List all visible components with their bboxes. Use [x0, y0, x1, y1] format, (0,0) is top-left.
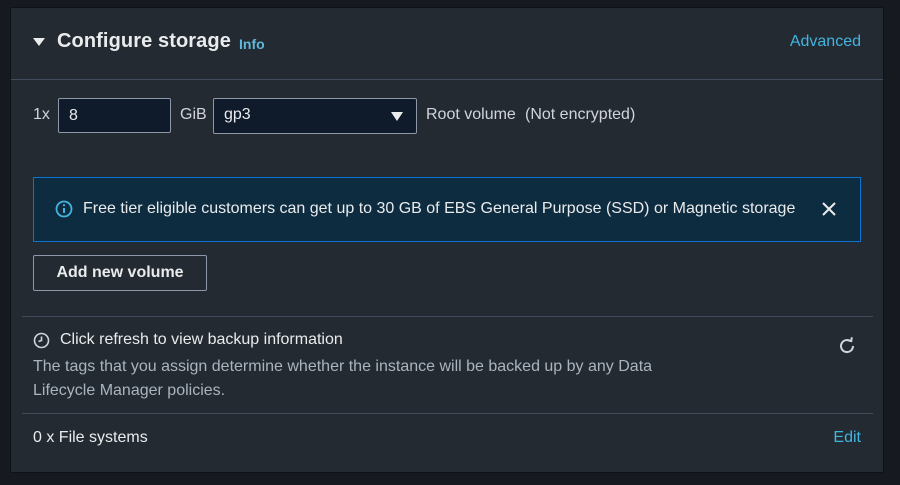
add-new-volume-button[interactable]: Add new volume	[33, 255, 207, 291]
panel-header: Configure storage Info Advanced	[11, 8, 883, 80]
edit-file-systems-link[interactable]: Edit	[833, 429, 861, 447]
collapse-caret-icon[interactable]	[33, 38, 45, 46]
volume-type-select[interactable]: gp3	[213, 98, 417, 134]
volume-type-value: gp3	[224, 106, 251, 123]
root-volume-label: Root volume	[426, 106, 516, 123]
encryption-label: (Not encrypted)	[525, 106, 636, 123]
advanced-link[interactable]: Advanced	[790, 33, 861, 51]
backup-title: Click refresh to view backup information	[60, 331, 343, 348]
divider	[22, 316, 873, 317]
configure-storage-panel: Configure storage Info Advanced 1x GiB g…	[10, 7, 884, 473]
refresh-icon[interactable]	[837, 336, 857, 356]
divider	[22, 413, 873, 414]
volume-count-label: 1x	[33, 106, 50, 123]
clock-icon	[33, 332, 50, 349]
file-systems-label: 0 x File systems	[33, 429, 148, 446]
section-title[interactable]: Configure storage	[57, 30, 231, 53]
volume-size-input[interactable]	[58, 98, 171, 133]
info-circle-icon	[55, 200, 73, 218]
unit-label: GiB	[180, 106, 207, 123]
info-link[interactable]: Info	[239, 36, 265, 52]
backup-description: The tags that you assign determine wheth…	[33, 358, 653, 399]
free-tier-alert: Free tier eligible customers can get up …	[33, 177, 861, 242]
dropdown-arrow-icon	[391, 112, 403, 121]
close-icon[interactable]	[820, 200, 838, 218]
alert-message: Free tier eligible customers can get up …	[83, 200, 796, 217]
